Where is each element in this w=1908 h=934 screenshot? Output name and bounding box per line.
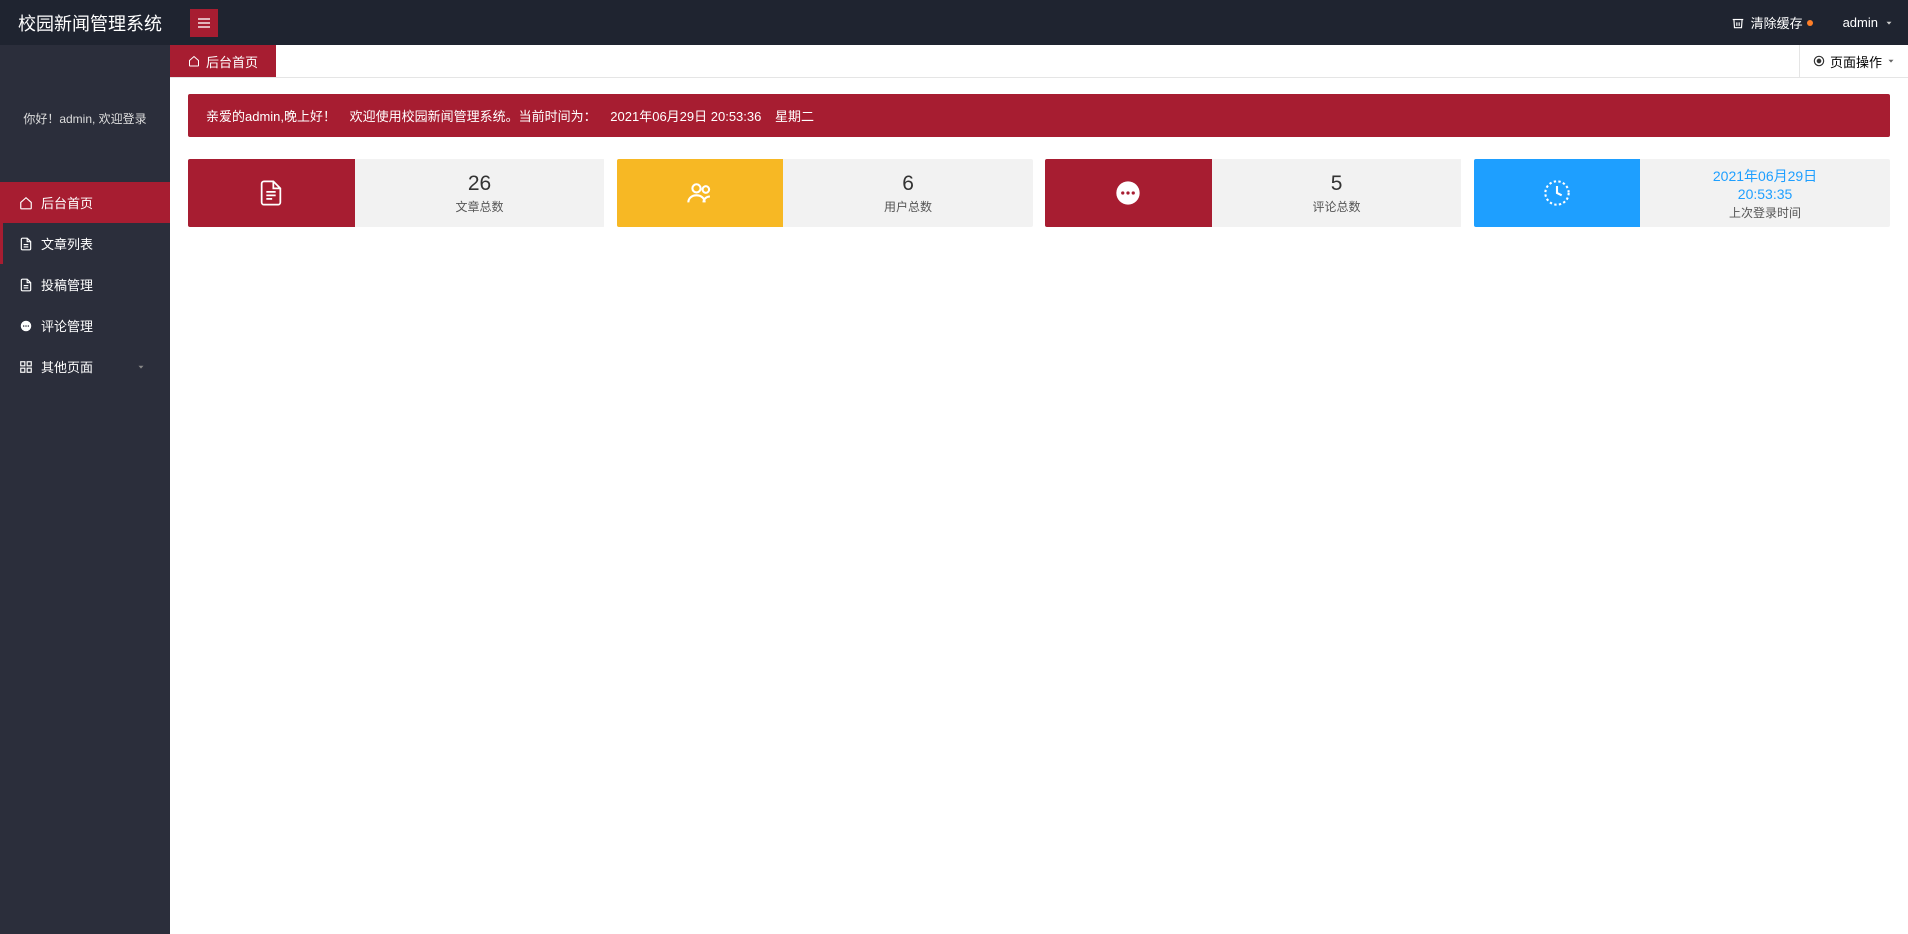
sidebar-item-articles[interactable]: 文章列表 bbox=[0, 223, 170, 264]
tab-home[interactable]: 后台首页 bbox=[170, 45, 276, 77]
top-header: 校园新闻管理系统 清除缓存 admin bbox=[0, 0, 1908, 45]
tab-label: 后台首页 bbox=[206, 52, 258, 71]
home-icon bbox=[188, 55, 200, 67]
page-operations-dropdown[interactable]: 页面操作 bbox=[1799, 45, 1908, 77]
stat-icon-wrapper bbox=[188, 159, 355, 227]
sidebar-item-label: 文章列表 bbox=[41, 234, 93, 253]
sidebar-item-home[interactable]: 后台首页 bbox=[0, 182, 170, 223]
greeting-weekday: 星期二 bbox=[775, 109, 814, 124]
document-icon bbox=[19, 278, 33, 292]
main-content: 后台首页 页面操作 亲爱的admin,晚上好！ 欢迎使用校园新闻管理系统。当前时… bbox=[170, 45, 1908, 934]
clock-icon bbox=[1543, 179, 1571, 207]
stat-value: 26 bbox=[468, 172, 491, 196]
stat-icon-wrapper bbox=[1474, 159, 1641, 227]
trash-icon bbox=[1731, 16, 1745, 30]
last-login-date: 2021年06月29日 bbox=[1713, 166, 1817, 186]
stat-cards: 26 文章总数 6 用户总数 bbox=[188, 159, 1890, 227]
chevron-down-icon bbox=[1886, 56, 1896, 66]
sidebar: 你好！admin, 欢迎登录 后台首页 文章列表 投稿管理 评论管理 其他页面 bbox=[0, 45, 170, 934]
document-icon bbox=[19, 237, 33, 251]
greeting-text: 亲爱的admin,晚上好！ bbox=[206, 109, 336, 124]
target-icon bbox=[1812, 54, 1826, 68]
sidebar-item-submissions[interactable]: 投稿管理 bbox=[0, 264, 170, 305]
stat-value: 5 bbox=[1331, 172, 1343, 196]
sidebar-item-label: 其他页面 bbox=[41, 357, 93, 376]
stat-body: 6 用户总数 bbox=[783, 159, 1033, 227]
greeting-datetime: 2021年06月29日 20:53:36 bbox=[610, 109, 761, 124]
users-icon bbox=[686, 179, 714, 207]
document-icon bbox=[257, 179, 285, 207]
sidebar-toggle-button[interactable] bbox=[190, 9, 218, 37]
stat-icon-wrapper bbox=[617, 159, 784, 227]
chevron-down-icon bbox=[136, 362, 146, 372]
sidebar-item-comments[interactable]: 评论管理 bbox=[0, 305, 170, 346]
user-label: admin bbox=[1843, 15, 1878, 30]
stat-body: 26 文章总数 bbox=[355, 159, 605, 227]
stat-label: 上次登录时间 bbox=[1729, 204, 1801, 221]
comment-icon bbox=[19, 319, 33, 333]
chevron-down-icon bbox=[1884, 18, 1894, 28]
app-title: 校园新闻管理系统 bbox=[0, 10, 180, 36]
clear-cache-label: 清除缓存 bbox=[1751, 13, 1803, 32]
sidebar-item-other[interactable]: 其他页面 bbox=[0, 346, 170, 387]
stat-card-articles: 26 文章总数 bbox=[188, 159, 605, 227]
sidebar-item-label: 后台首页 bbox=[41, 193, 93, 212]
stat-body: 5 评论总数 bbox=[1212, 159, 1462, 227]
home-icon bbox=[19, 196, 33, 210]
clear-cache-button[interactable]: 清除缓存 bbox=[1731, 13, 1813, 32]
page-ops-label: 页面操作 bbox=[1830, 52, 1882, 71]
stat-value: 6 bbox=[902, 172, 914, 196]
grid-icon bbox=[19, 360, 33, 374]
stat-card-users: 6 用户总数 bbox=[617, 159, 1034, 227]
stat-body: 2021年06月29日 20:53:35 上次登录时间 bbox=[1640, 159, 1890, 227]
tab-bar: 后台首页 页面操作 bbox=[170, 45, 1908, 78]
sidebar-item-label: 评论管理 bbox=[41, 316, 93, 335]
stat-label: 评论总数 bbox=[1313, 198, 1361, 215]
notification-dot bbox=[1807, 20, 1813, 26]
user-dropdown[interactable]: admin bbox=[1843, 15, 1894, 30]
stat-label: 文章总数 bbox=[456, 198, 504, 215]
stat-label: 用户总数 bbox=[884, 198, 932, 215]
comment-icon bbox=[1114, 179, 1142, 207]
stat-card-comments: 5 评论总数 bbox=[1045, 159, 1462, 227]
sidebar-item-label: 投稿管理 bbox=[41, 275, 93, 294]
last-login-time: 20:53:35 bbox=[1738, 186, 1793, 202]
greeting-banner: 亲爱的admin,晚上好！ 欢迎使用校园新闻管理系统。当前时间为： 2021年0… bbox=[188, 94, 1890, 137]
stat-icon-wrapper bbox=[1045, 159, 1212, 227]
welcome-message: 你好！admin, 欢迎登录 bbox=[0, 45, 170, 182]
stat-card-last-login: 2021年06月29日 20:53:35 上次登录时间 bbox=[1474, 159, 1891, 227]
hamburger-icon bbox=[196, 15, 212, 31]
greeting-welcome: 欢迎使用校园新闻管理系统。当前时间为： bbox=[350, 109, 597, 124]
